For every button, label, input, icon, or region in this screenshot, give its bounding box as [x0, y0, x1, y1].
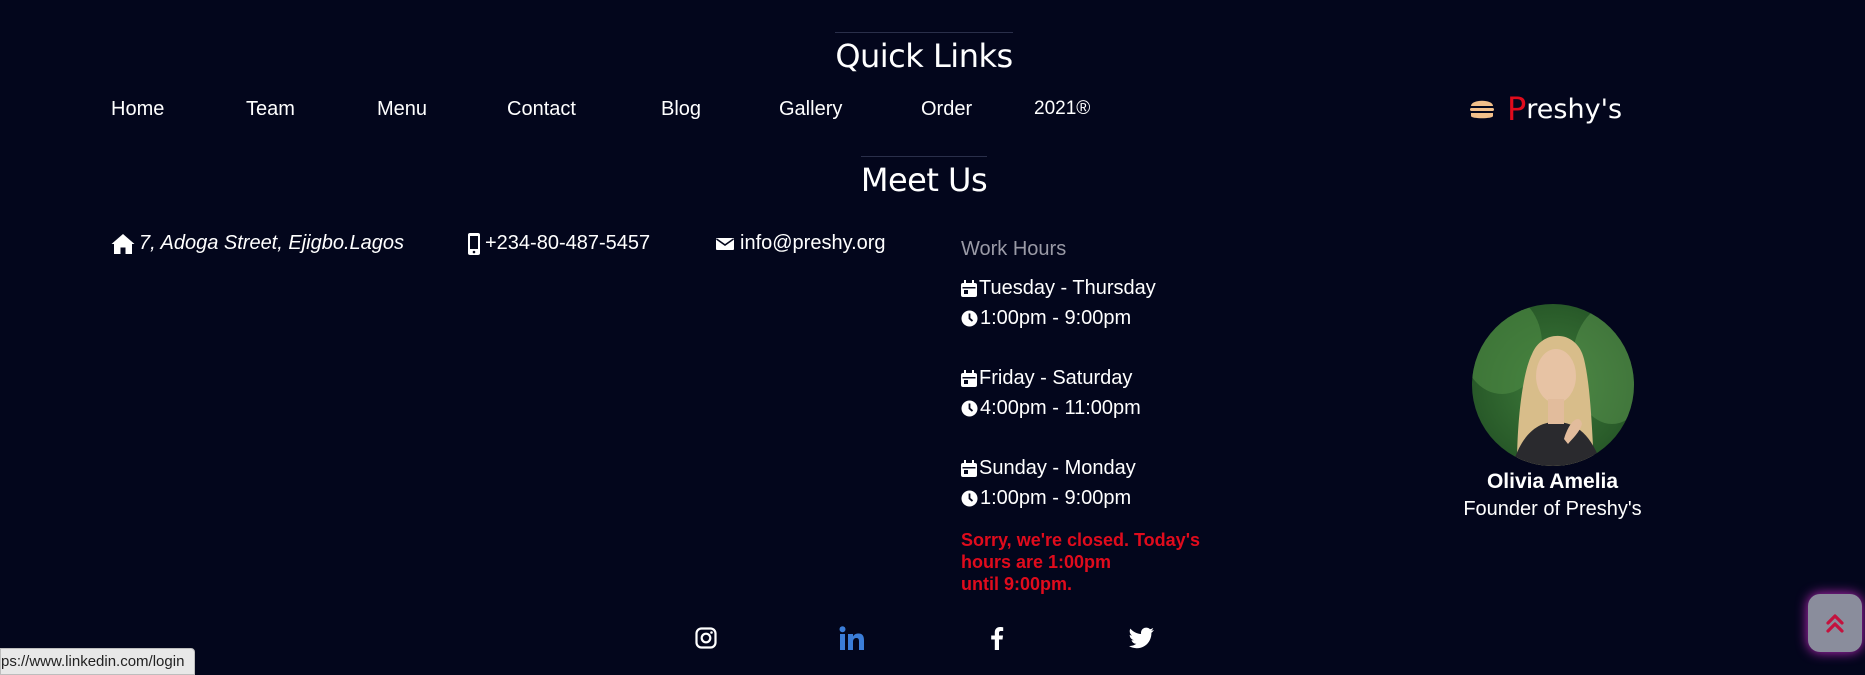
brand-name: reshy's: [1526, 93, 1623, 125]
mobile-phone-icon: [468, 232, 480, 255]
nav-home-link[interactable]: Home: [111, 98, 164, 121]
nav-gallery-link[interactable]: Gallery: [779, 98, 842, 121]
hours-days-row: Friday - Saturday: [961, 363, 1201, 393]
closed-notice-line: Sorry, we're closed. Today's: [961, 530, 1200, 550]
nav-team-link[interactable]: Team: [246, 98, 295, 121]
closed-notice-line: until 9:00pm.: [961, 574, 1073, 594]
founder-role: Founder of Preshy's: [1463, 498, 1642, 520]
hours-days-row: Sunday - Monday: [961, 453, 1201, 483]
phone-item: +234-80-487-5457: [467, 232, 650, 255]
brand-logo[interactable]: P reshy's: [1469, 90, 1622, 128]
clock-icon: [961, 310, 978, 326]
closed-notice-line: hours are 1:00pm: [961, 552, 1112, 572]
meet-us-heading: Meet Us: [860, 156, 988, 199]
founder-portrait: [1471, 304, 1634, 466]
hours-time-row: 1:00pm - 9:00pm: [961, 303, 1201, 333]
nav-menu-link[interactable]: Menu: [377, 98, 427, 121]
envelope-icon: [716, 237, 734, 250]
brand-initial: P: [1507, 90, 1527, 128]
hours-time: 4:00pm - 11:00pm: [980, 396, 1141, 419]
clock-icon: [961, 400, 978, 416]
nav-contact-link[interactable]: Contact: [507, 98, 576, 121]
hours-days: Sunday - Monday: [979, 456, 1136, 479]
quick-links-heading: Quick Links: [835, 32, 1013, 75]
hours-time-row: 4:00pm - 11:00pm: [961, 393, 1201, 423]
founder-card: Olivia Amelia Founder of Preshy's: [1440, 304, 1665, 521]
calendar-icon: [961, 369, 977, 387]
email-item: info@preshy.org: [716, 232, 886, 255]
nav-order-link[interactable]: Order: [921, 98, 972, 121]
facebook-icon[interactable]: [983, 624, 1011, 652]
work-hours-label: Work Hours: [961, 238, 1067, 260]
meet-us-title: Meet Us: [0, 156, 1848, 199]
instagram-icon[interactable]: [692, 624, 720, 652]
calendar-icon: [961, 279, 977, 297]
hours-days: Tuesday - Thursday: [979, 276, 1156, 299]
nav-blog-link[interactable]: Blog: [661, 98, 701, 121]
copyright-year: 2021®: [1034, 98, 1091, 119]
hours-time-row: 1:00pm - 9:00pm: [961, 483, 1201, 513]
twitter-icon[interactable]: [1128, 624, 1156, 652]
email-text: info@preshy.org: [740, 232, 886, 254]
burger-icon: [1470, 100, 1494, 119]
double-chevron-up-icon: [1826, 614, 1844, 633]
hours-time: 1:00pm - 9:00pm: [980, 306, 1132, 329]
clock-icon: [961, 490, 978, 506]
scroll-to-top-button[interactable]: [1808, 594, 1862, 652]
hours-time: 1:00pm - 9:00pm: [980, 486, 1132, 509]
status-bar-url: ps://www.linkedin.com/login: [0, 648, 196, 675]
home-icon: [111, 233, 135, 254]
quick-links-title: Quick Links: [0, 32, 1848, 75]
address-text: 7, Adoga Street, Ejigbo.Lagos: [139, 232, 404, 254]
founder-name: Olivia Amelia: [1486, 470, 1619, 493]
hours-days: Friday - Saturday: [979, 366, 1133, 389]
founder-avatar: [1471, 304, 1634, 466]
phone-text: +234-80-487-5457: [485, 232, 651, 254]
work-hours: Work Hours Tuesday - Thursday 1:00pm - 9…: [961, 238, 1201, 595]
linkedin-icon[interactable]: [838, 624, 866, 652]
address-item: 7, Adoga Street, Ejigbo.Lagos: [111, 232, 404, 255]
calendar-icon: [961, 459, 977, 477]
hours-days-row: Tuesday - Thursday: [961, 273, 1201, 303]
closed-notice: Sorry, we're closed. Today's hours are 1…: [961, 529, 1201, 595]
